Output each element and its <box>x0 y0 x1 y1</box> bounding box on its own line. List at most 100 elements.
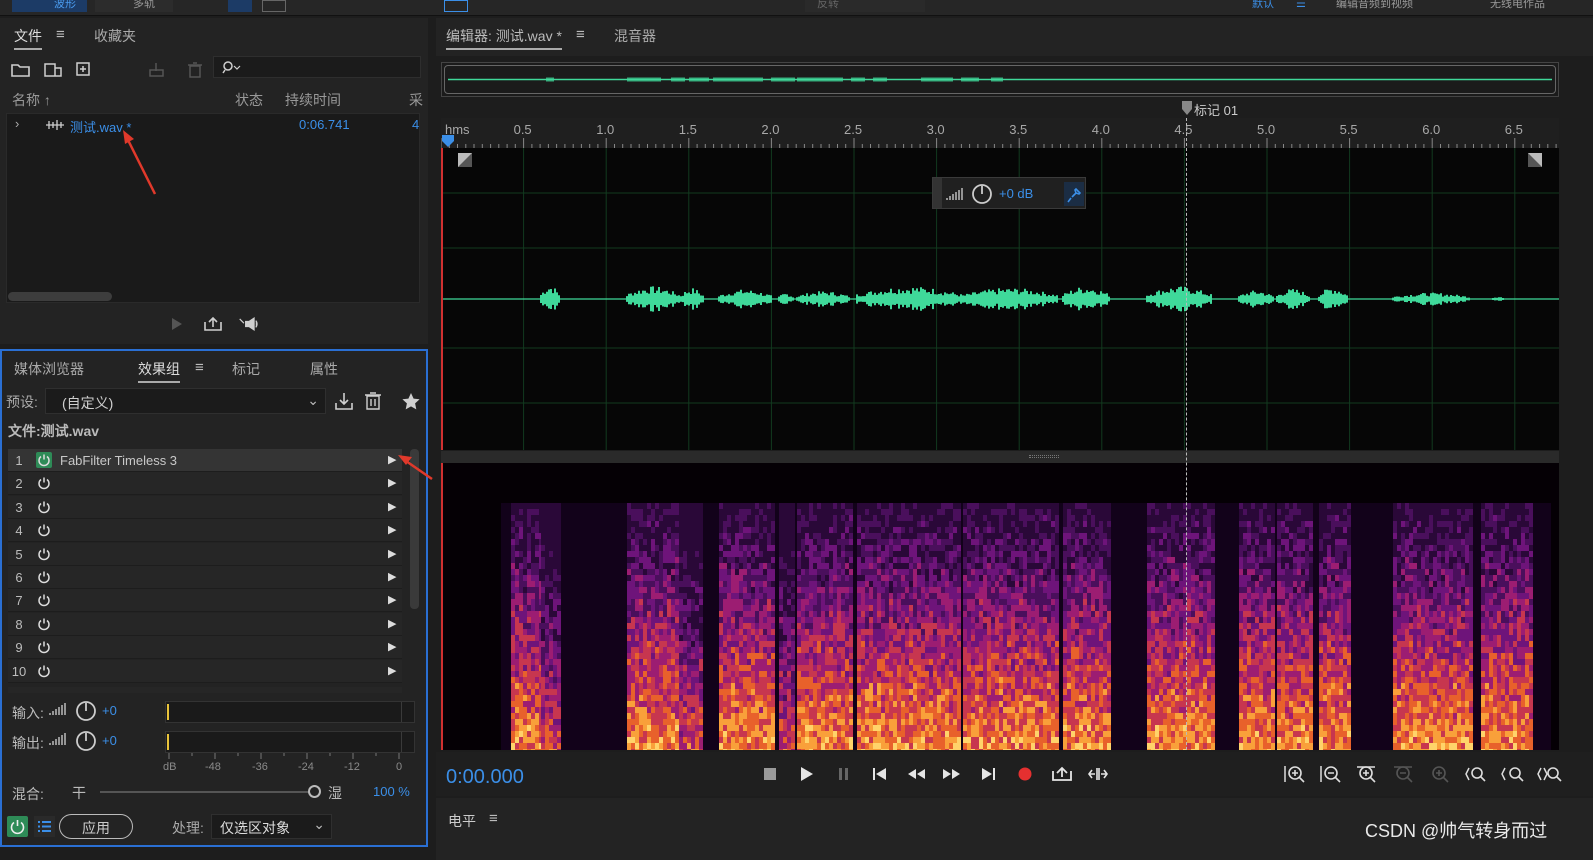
tab-effects-rack[interactable]: 效果组 <box>138 359 180 383</box>
play-icon[interactable] <box>795 765 817 783</box>
rack-slot[interactable]: 7 ▶ <box>8 589 402 613</box>
record-icon[interactable] <box>1014 765 1036 783</box>
input-knob-icon[interactable] <box>75 700 97 722</box>
time-ruler[interactable]: hms 0.5 1.0 1.5 2.0 2.5 3.0 3.5 4.0 4.5 5.0 5.5 6.0 6… <box>441 118 1559 148</box>
loop-icon[interactable] <box>1051 765 1073 783</box>
tab-editor[interactable]: 编辑器: 测试.wav * <box>446 26 562 50</box>
slot-power-button[interactable] <box>36 522 52 538</box>
effects-menu-icon[interactable]: ≡ <box>195 359 204 376</box>
slot-menu-arrow-icon[interactable]: ▶ <box>388 664 396 677</box>
tab-media-browser[interactable]: 媒体浏览器 <box>14 359 84 379</box>
expand-icon[interactable]: › <box>15 116 19 131</box>
new-file-icon[interactable] <box>74 60 96 80</box>
tab-multitrack[interactable]: 多轨 <box>95 0 173 12</box>
zoom-in-right-icon[interactable] <box>1500 765 1526 783</box>
skip-end-icon[interactable] <box>978 765 1000 783</box>
open-file-icon[interactable] <box>10 60 32 80</box>
slot-menu-arrow-icon[interactable]: ▶ <box>388 640 396 653</box>
slot-menu-arrow-icon[interactable]: ▶ <box>388 570 396 583</box>
view-divider[interactable] <box>441 451 1559 463</box>
delete-file-icon[interactable] <box>184 60 206 80</box>
skip-silence-icon[interactable] <box>1087 765 1109 783</box>
col-duration[interactable]: 持续时间 <box>285 90 341 110</box>
marquee-tool-icon[interactable] <box>444 0 468 12</box>
slot-power-button[interactable] <box>36 616 52 632</box>
vertical-scrollbar[interactable] <box>1560 120 1568 750</box>
slot-power-button[interactable] <box>36 569 52 585</box>
tab-files[interactable]: 文件 <box>14 26 42 50</box>
file-row[interactable]: › 测试.wav * 0:06.741 4 <box>7 114 419 136</box>
mix-slider[interactable] <box>100 791 312 793</box>
zoom-out-time-icon[interactable] <box>1392 765 1416 783</box>
slot-menu-arrow-icon[interactable]: ▶ <box>388 593 396 606</box>
slot-power-button[interactable] <box>36 452 52 468</box>
timecode[interactable]: 0:00.000 <box>446 766 524 789</box>
input-value[interactable]: +0 <box>102 703 117 718</box>
rack-slot[interactable]: 2 ▶ <box>8 472 402 496</box>
col-status[interactable]: 状态 <box>235 90 263 110</box>
slot-power-button[interactable] <box>36 663 52 679</box>
rack-slot[interactable]: 8 ▶ <box>8 612 402 636</box>
mix-value[interactable]: 100 % <box>373 784 410 799</box>
workspace-radio[interactable]: 无线电作品 <box>1490 0 1545 12</box>
waveform-view-icon[interactable] <box>262 0 286 12</box>
slot-power-button[interactable] <box>36 639 52 655</box>
gain-knob-icon[interactable] <box>971 183 993 205</box>
fade-in-handle[interactable] <box>458 153 472 167</box>
tab-properties[interactable]: 属性 <box>310 359 338 379</box>
gain-value[interactable]: +0 dB <box>999 186 1033 201</box>
mix-slider-thumb[interactable] <box>308 785 321 798</box>
hud-grip[interactable] <box>933 178 942 208</box>
col-samplerate[interactable]: 采 <box>409 90 423 110</box>
tab-waveform[interactable]: 波形 <box>12 0 87 12</box>
col-name[interactable]: 名称 ↑ <box>12 90 51 110</box>
workspace-default[interactable]: 默认 <box>1252 0 1274 12</box>
rack-slot[interactable]: 4 ▶ <box>8 519 402 543</box>
skip-start-icon[interactable] <box>868 765 890 783</box>
spectral-display[interactable] <box>441 463 1559 750</box>
marker-label[interactable]: 标记 01 <box>1194 100 1238 119</box>
slot-menu-arrow-icon[interactable]: ▶ <box>388 523 396 536</box>
slot-power-button[interactable] <box>36 546 52 562</box>
workspace-menu-icon[interactable]: ☰ <box>1296 0 1306 12</box>
spectral-view-icon[interactable] <box>228 0 252 12</box>
autoplay-icon[interactable] <box>238 314 260 334</box>
divider-grip[interactable] <box>1029 455 1059 458</box>
output-value[interactable]: +0 <box>102 733 117 748</box>
playhead-icon[interactable] <box>441 134 455 148</box>
list-view-button[interactable] <box>34 816 55 837</box>
rack-slot[interactable]: 1 FabFilter Timeless 3 ▶ <box>8 449 402 472</box>
save-preset-icon[interactable] <box>333 391 355 411</box>
gain-hud[interactable]: +0 dB <box>932 177 1086 209</box>
zoom-in-left-icon[interactable] <box>1464 765 1488 783</box>
loop-preview-icon[interactable] <box>202 314 224 334</box>
zoom-out-amplitude-icon[interactable] <box>1319 765 1343 783</box>
slot-menu-arrow-icon[interactable]: ▶ <box>388 547 396 560</box>
editor-menu-icon[interactable]: ≡ <box>576 26 585 43</box>
level-menu-icon[interactable]: ≡ <box>489 810 498 827</box>
process-dropdown[interactable]: 仅选区对象 ⌄ <box>211 814 332 839</box>
slot-menu-arrow-icon[interactable]: ▶ <box>388 500 396 513</box>
slot-power-button[interactable] <box>36 475 52 491</box>
tab-favorites[interactable]: 收藏夹 <box>94 26 136 46</box>
file-search-input[interactable] <box>213 56 421 78</box>
rack-slot[interactable]: 6 ▶ <box>8 566 402 589</box>
play-preview-icon[interactable] <box>166 314 188 334</box>
edit-dropdown[interactable]: 反转 <box>805 0 925 12</box>
zoom-full-icon[interactable] <box>1536 765 1562 783</box>
stop-icon[interactable] <box>759 765 781 783</box>
rack-slot[interactable]: 5 ▶ <box>8 542 402 566</box>
slot-power-button[interactable] <box>36 592 52 608</box>
tab-mixer[interactable]: 混音器 <box>614 26 656 46</box>
insert-multitrack-icon[interactable] <box>146 60 168 80</box>
tab-markers[interactable]: 标记 <box>232 359 260 379</box>
zoom-in-amplitude-icon[interactable] <box>1283 765 1307 783</box>
files-menu-icon[interactable]: ≡ <box>56 26 65 43</box>
zoom-selection-icon[interactable] <box>1428 765 1452 783</box>
pin-button[interactable] <box>1064 182 1084 206</box>
file-list-scrollbar[interactable] <box>8 292 112 301</box>
slot-power-button[interactable] <box>36 499 52 515</box>
overview-viewport[interactable] <box>444 65 1556 94</box>
fast-forward-icon[interactable] <box>941 765 963 783</box>
output-knob-icon[interactable] <box>75 730 97 752</box>
